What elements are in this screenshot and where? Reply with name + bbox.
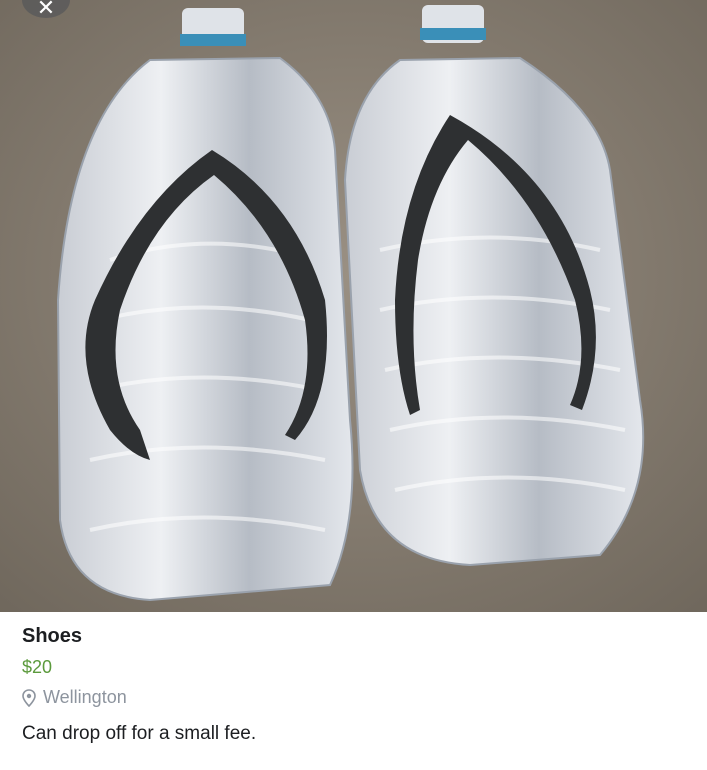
listing-description: Can drop off for a small fee.	[22, 723, 257, 744]
listing-price: $20	[22, 657, 53, 677]
close-icon: ✕	[36, 0, 56, 20]
bottle-flip-flops-icon	[0, 0, 707, 612]
listing-location[interactable]: Wellington	[22, 687, 685, 708]
listing-details: Shoes $20 Wellington Can drop off for a …	[0, 612, 707, 745]
location-label: Wellington	[43, 687, 127, 707]
listing-title[interactable]: Shoes	[22, 625, 685, 648]
listing-photo[interactable]: ✕	[0, 0, 707, 612]
location-pin-icon	[22, 688, 36, 707]
